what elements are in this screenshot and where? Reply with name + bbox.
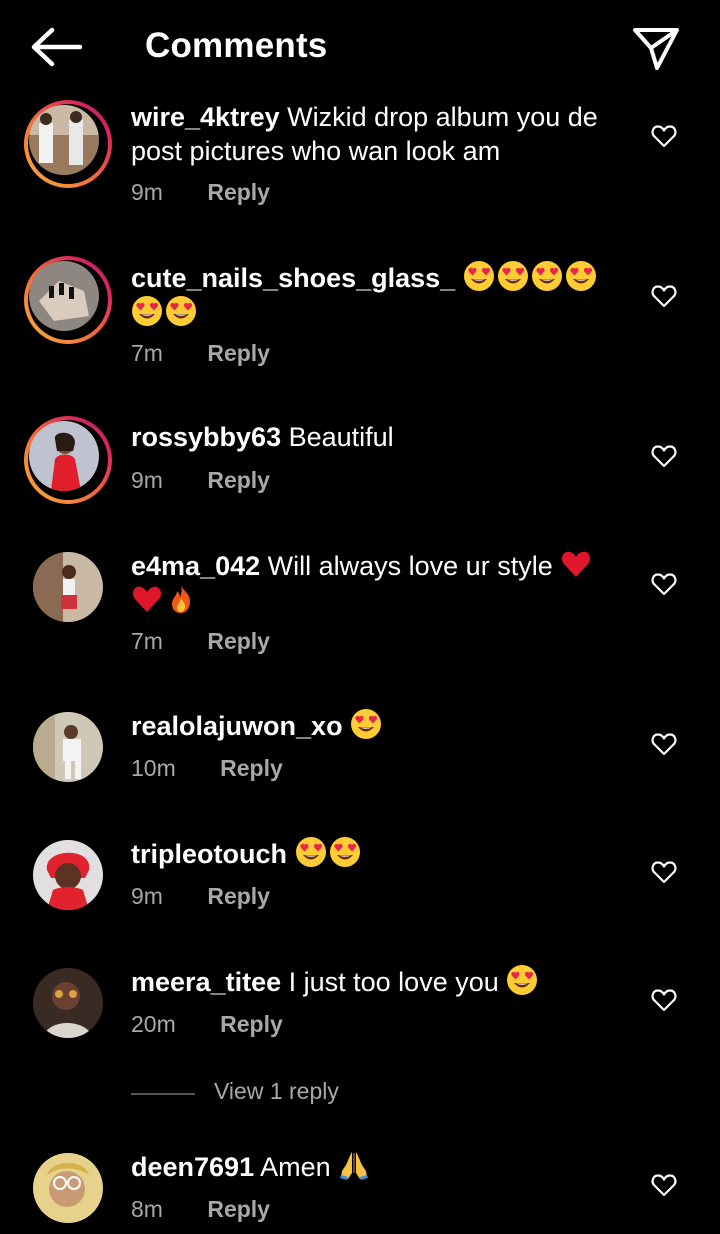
- comment-time: 9m: [131, 179, 163, 205]
- reply-button[interactable]: Reply: [220, 755, 283, 782]
- comment-text: meera_titee I just too love you: [131, 964, 621, 999]
- comment-time: 7m: [131, 340, 163, 366]
- comment-meta: 9m Reply: [131, 179, 270, 206]
- divider: [131, 1093, 195, 1095]
- reply-button[interactable]: Reply: [207, 179, 270, 206]
- comment-time: 8m: [131, 1196, 163, 1222]
- heart-eyes-emoji-icon: [497, 260, 529, 292]
- avatar[interactable]: [24, 416, 112, 504]
- comment-text: realolajuwon_xo: [131, 708, 621, 743]
- comment-meta: 7m Reply: [131, 340, 270, 367]
- heart-outline-icon[interactable]: [651, 860, 677, 884]
- heart-outline-icon[interactable]: [651, 124, 677, 148]
- comment-meta: 20m Reply: [131, 1011, 283, 1038]
- comment-username[interactable]: meera_titee: [131, 967, 281, 997]
- comment-username[interactable]: realolajuwon_xo: [131, 711, 343, 741]
- heart-outline-icon[interactable]: [651, 1173, 677, 1197]
- reply-button[interactable]: Reply: [207, 467, 270, 494]
- heart-eyes-emoji-icon: [165, 295, 197, 327]
- comment-time: 9m: [131, 467, 163, 493]
- heart-eyes-emoji-icon: [350, 708, 382, 740]
- reply-button[interactable]: Reply: [207, 883, 270, 910]
- comment-meta: 8m Reply: [131, 1196, 270, 1223]
- comment-meta: 10m Reply: [131, 755, 283, 782]
- comment-body: Beautiful: [288, 422, 394, 452]
- comment-text: tripleotouch: [131, 836, 621, 871]
- fire-emoji-icon: [165, 583, 197, 615]
- heart-eyes-emoji-icon: [565, 260, 597, 292]
- header: Comments: [0, 0, 720, 96]
- comment-username[interactable]: e4ma_042: [131, 551, 260, 581]
- heart-outline-icon[interactable]: [651, 572, 677, 596]
- comment-text: deen7691 Amen: [131, 1149, 621, 1184]
- avatar[interactable]: [24, 256, 112, 344]
- avatar[interactable]: [33, 1153, 103, 1223]
- back-arrow-icon[interactable]: [30, 26, 83, 68]
- avatar[interactable]: [33, 712, 103, 782]
- comment-username[interactable]: cute_nails_shoes_glass_: [131, 263, 455, 293]
- comment-username[interactable]: rossybby63: [131, 422, 281, 452]
- comment-meta: 9m Reply: [131, 883, 270, 910]
- comment-text: e4ma_042 Will always love ur style: [131, 548, 621, 618]
- comment-time: 20m: [131, 1011, 176, 1037]
- comment-username[interactable]: wire_4ktrey: [131, 102, 280, 132]
- reply-button[interactable]: Reply: [207, 628, 270, 655]
- comment-meta: 7m Reply: [131, 628, 270, 655]
- reply-button[interactable]: Reply: [207, 1196, 270, 1223]
- comment-time: 10m: [131, 755, 176, 781]
- reply-button[interactable]: Reply: [220, 1011, 283, 1038]
- heart-eyes-emoji-icon: [463, 260, 495, 292]
- view-replies-label[interactable]: View 1 reply: [214, 1078, 339, 1105]
- comment-body: I just too love you: [288, 967, 499, 997]
- avatar[interactable]: [33, 552, 103, 622]
- comment-text: cute_nails_shoes_glass_: [131, 260, 621, 330]
- comment-body: Amen: [260, 1152, 331, 1182]
- heart-outline-icon[interactable]: [651, 284, 677, 308]
- heart-outline-icon[interactable]: [651, 732, 677, 756]
- avatar[interactable]: [33, 968, 103, 1038]
- comment-time: 7m: [131, 628, 163, 654]
- heart-eyes-emoji-icon: [531, 260, 563, 292]
- comment-body: Will always love ur style: [267, 551, 553, 581]
- heart-eyes-emoji-icon: [506, 964, 538, 996]
- comment-meta: 9m Reply: [131, 467, 270, 494]
- heart-eyes-emoji-icon: [329, 836, 361, 868]
- page-title: Comments: [145, 26, 328, 65]
- comment-username[interactable]: tripleotouch: [131, 839, 287, 869]
- avatar[interactable]: [24, 100, 112, 188]
- heart-eyes-emoji-icon: [131, 295, 163, 327]
- comment-text: rossybby63 Beautiful: [131, 420, 621, 454]
- comment-text: wire_4ktrey Wizkid drop album you de pos…: [131, 100, 621, 168]
- comment-time: 9m: [131, 883, 163, 909]
- red-heart-emoji-icon: [131, 583, 163, 615]
- comment-username[interactable]: deen7691: [131, 1152, 254, 1182]
- reply-button[interactable]: Reply: [207, 340, 270, 367]
- praying-hands-emoji-icon: [338, 1149, 370, 1181]
- heart-outline-icon[interactable]: [651, 444, 677, 468]
- send-icon[interactable]: [630, 24, 682, 72]
- heart-outline-icon[interactable]: [651, 988, 677, 1012]
- avatar[interactable]: [33, 840, 103, 910]
- heart-eyes-emoji-icon: [295, 836, 327, 868]
- red-heart-emoji-icon: [560, 548, 592, 580]
